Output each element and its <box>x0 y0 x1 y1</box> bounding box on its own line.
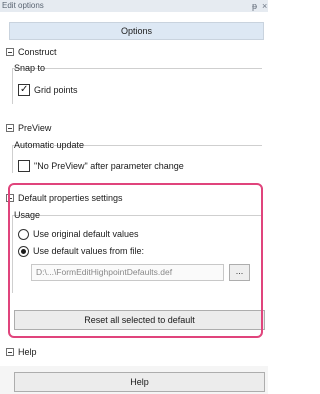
close-icon[interactable]: × <box>262 0 267 12</box>
options-header: Options <box>9 22 264 40</box>
collapse-icon[interactable] <box>6 124 14 132</box>
no-preview-label: "No PreView" after parameter change <box>34 161 184 171</box>
collapse-icon[interactable] <box>6 48 14 56</box>
window-titlebar: Edit options ᵽ × <box>0 0 268 12</box>
collapse-icon[interactable] <box>6 348 14 356</box>
help-button[interactable]: Help <box>14 372 265 392</box>
grid-points-checkbox[interactable]: ✓ <box>18 84 30 96</box>
section-help-title: Help <box>18 347 37 357</box>
pin-icon[interactable]: ᵽ <box>252 0 257 12</box>
group-automatic-update-label: Automatic update <box>14 140 85 150</box>
no-preview-checkbox[interactable] <box>18 160 30 172</box>
window-title: Edit options <box>2 1 44 10</box>
section-preview-title: PreView <box>18 123 52 133</box>
grid-points-label: Grid points <box>34 85 78 95</box>
group-snap-to-label: Snap to <box>14 63 46 73</box>
section-construct-title: Construct <box>18 47 57 57</box>
highlight-annotation <box>8 183 263 338</box>
checkmark-icon: ✓ <box>20 84 29 95</box>
